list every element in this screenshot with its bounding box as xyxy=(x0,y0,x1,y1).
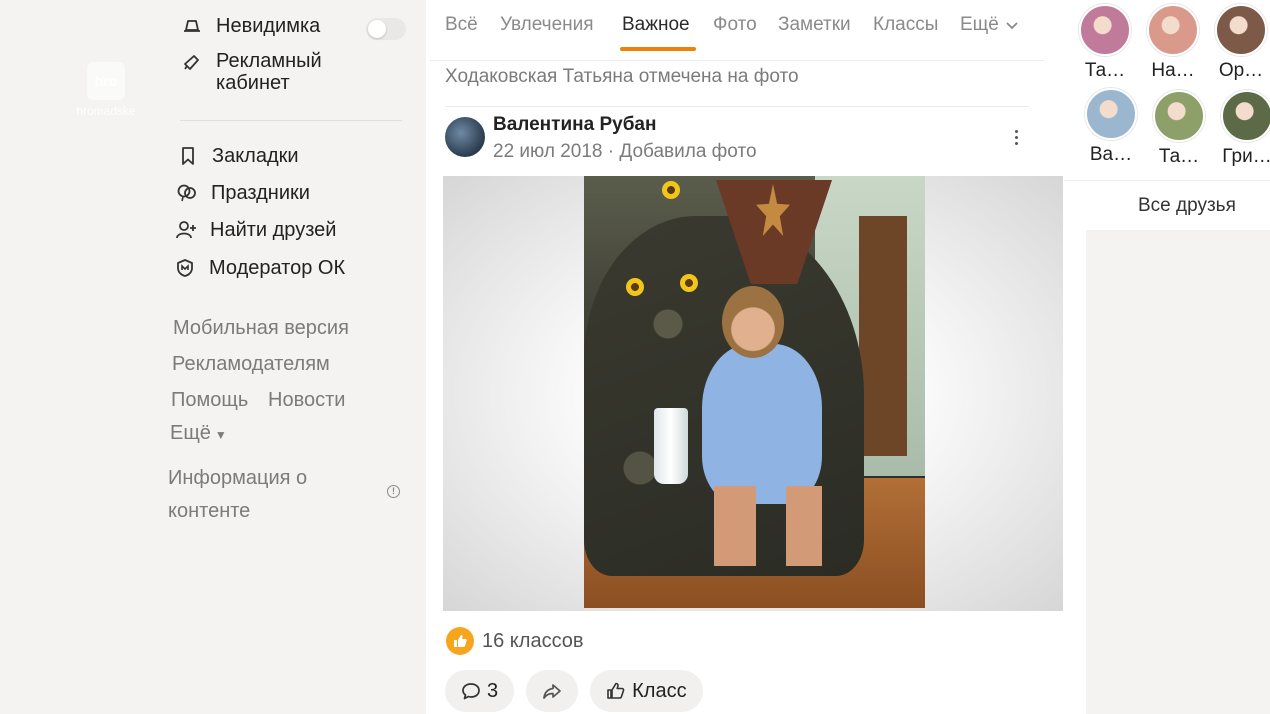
post-likes[interactable]: 16 классов xyxy=(446,627,584,655)
comment-count: 3 xyxy=(487,679,499,702)
channel-watermark: hro hromadske xyxy=(64,62,148,118)
tab-more-label: Ещё xyxy=(960,14,999,35)
tab-important[interactable]: Важное xyxy=(622,14,690,36)
nav-ad-cabinet[interactable]: Рекламный кабинет xyxy=(180,50,322,94)
friend-name: Ва… xyxy=(1089,144,1133,165)
active-tab-indicator xyxy=(620,47,696,51)
sidebar-item-find-friends[interactable]: Найти друзей xyxy=(174,218,336,242)
feed-tabs: Всё Увлечения Важное Фото Заметки Классы… xyxy=(426,0,1046,54)
friends-divider xyxy=(1064,180,1270,181)
nav-invisible[interactable]: Невидимка xyxy=(180,14,320,38)
feed-panel: Всё Увлечения Важное Фото Заметки Классы… xyxy=(426,0,1086,714)
author-avatar[interactable] xyxy=(445,117,485,157)
friend-item[interactable]: Гри… xyxy=(1212,90,1270,168)
footer-more-label: Ещё xyxy=(170,422,211,444)
comment-icon xyxy=(462,683,480,700)
friend-item[interactable]: На… xyxy=(1138,4,1208,82)
content-info-label-2: контенте xyxy=(168,500,251,522)
footer-link-mobile[interactable]: Мобильная версия xyxy=(173,317,349,340)
balloons-icon xyxy=(175,181,199,205)
avatar xyxy=(1147,4,1199,56)
friend-name: На… xyxy=(1151,60,1195,81)
sidebar-item-bookmarks[interactable]: Закладки xyxy=(176,144,299,168)
add-friend-icon xyxy=(174,218,198,242)
sidebar-item-holidays[interactable]: Праздники xyxy=(175,181,310,205)
nav-ad-cabinet-label-1: Рекламный xyxy=(216,50,322,72)
invisible-toggle[interactable] xyxy=(366,18,406,40)
like-badge-icon xyxy=(446,627,474,655)
avatar xyxy=(1215,4,1267,56)
tab-photo[interactable]: Фото xyxy=(713,14,757,36)
post-photo-frame[interactable] xyxy=(443,176,1063,611)
post-actions: 3 Класс xyxy=(445,670,703,712)
sidebar-item-label: Праздники xyxy=(211,181,310,204)
tabs-divider xyxy=(430,60,1044,61)
footer-link-news[interactable]: Новости xyxy=(268,389,345,412)
friend-item[interactable]: Та… xyxy=(1070,4,1140,82)
friends-panel: Та… На… Ор… Ва… Та… Гри… Все друзья xyxy=(1064,0,1270,230)
channel-caption: hromadske xyxy=(76,104,136,118)
tab-notes[interactable]: Заметки xyxy=(778,14,851,36)
caret-down-icon: ▼ xyxy=(214,428,227,442)
friend-item[interactable]: Ор… xyxy=(1206,4,1270,82)
sidebar-item-label: Модератор ОК xyxy=(209,256,346,279)
invisible-hat-icon xyxy=(180,14,204,38)
footer-link-more[interactable]: Ещё ▼ xyxy=(170,422,227,445)
friend-item[interactable]: Ва… xyxy=(1076,88,1146,166)
footer-link-advertisers[interactable]: Рекламодателям xyxy=(172,353,330,376)
footer-link-help[interactable]: Помощь xyxy=(171,389,248,412)
thumb-up-icon xyxy=(607,682,625,699)
content-info-label-1: Информация о xyxy=(168,467,308,489)
share-icon xyxy=(543,684,561,699)
notice-divider xyxy=(445,106,1029,107)
channel-logo: hro xyxy=(87,62,125,100)
avatar xyxy=(1085,88,1137,140)
nav-divider xyxy=(180,120,402,121)
nav-invisible-label: Невидимка xyxy=(216,14,321,37)
post-menu-icon[interactable] xyxy=(1006,126,1026,148)
chevron-down-icon xyxy=(1006,22,1018,30)
post-photo[interactable] xyxy=(584,176,925,608)
share-button[interactable] xyxy=(526,670,579,712)
comment-button[interactable]: 3 xyxy=(445,670,515,712)
sidebar-item-label: Закладки xyxy=(212,144,299,167)
post-meta: 22 июл 2018 · Добавила фото xyxy=(493,141,757,162)
friend-name: Та… xyxy=(1158,146,1200,167)
class-button[interactable]: Класс xyxy=(590,670,703,712)
bookmark-icon xyxy=(176,144,200,168)
tab-classes[interactable]: Классы xyxy=(873,14,938,36)
sidebar-item-moderator[interactable]: Модератор ОК xyxy=(173,256,345,280)
tab-all[interactable]: Всё xyxy=(445,14,478,36)
info-icon[interactable]: ! xyxy=(387,485,400,498)
tag-notice[interactable]: Ходаковская Татьяна отмечена на фото xyxy=(445,66,799,88)
friend-name: Та… xyxy=(1084,60,1126,81)
avatar xyxy=(1221,90,1270,142)
tab-more[interactable]: Ещё xyxy=(960,14,1018,36)
megaphone-icon xyxy=(180,50,204,74)
all-friends-link[interactable]: Все друзья xyxy=(1138,195,1236,217)
post-author-name[interactable]: Валентина Рубан xyxy=(493,114,656,136)
friend-name: Гри… xyxy=(1222,146,1270,167)
friend-item[interactable]: Та… xyxy=(1144,90,1214,168)
tab-hobbies[interactable]: Увлечения xyxy=(500,14,594,36)
avatar xyxy=(1079,4,1131,56)
avatar xyxy=(1153,90,1205,142)
nav-ad-cabinet-label-2: кабинет xyxy=(216,72,290,94)
footer-link-content-info[interactable]: Информация о контенте xyxy=(168,462,307,528)
likes-count: 16 классов xyxy=(482,629,584,652)
sidebar-item-label: Найти друзей xyxy=(210,218,337,241)
class-button-label: Класс xyxy=(632,679,687,702)
friend-name: Ор… xyxy=(1218,60,1264,81)
moderator-icon xyxy=(173,256,197,280)
